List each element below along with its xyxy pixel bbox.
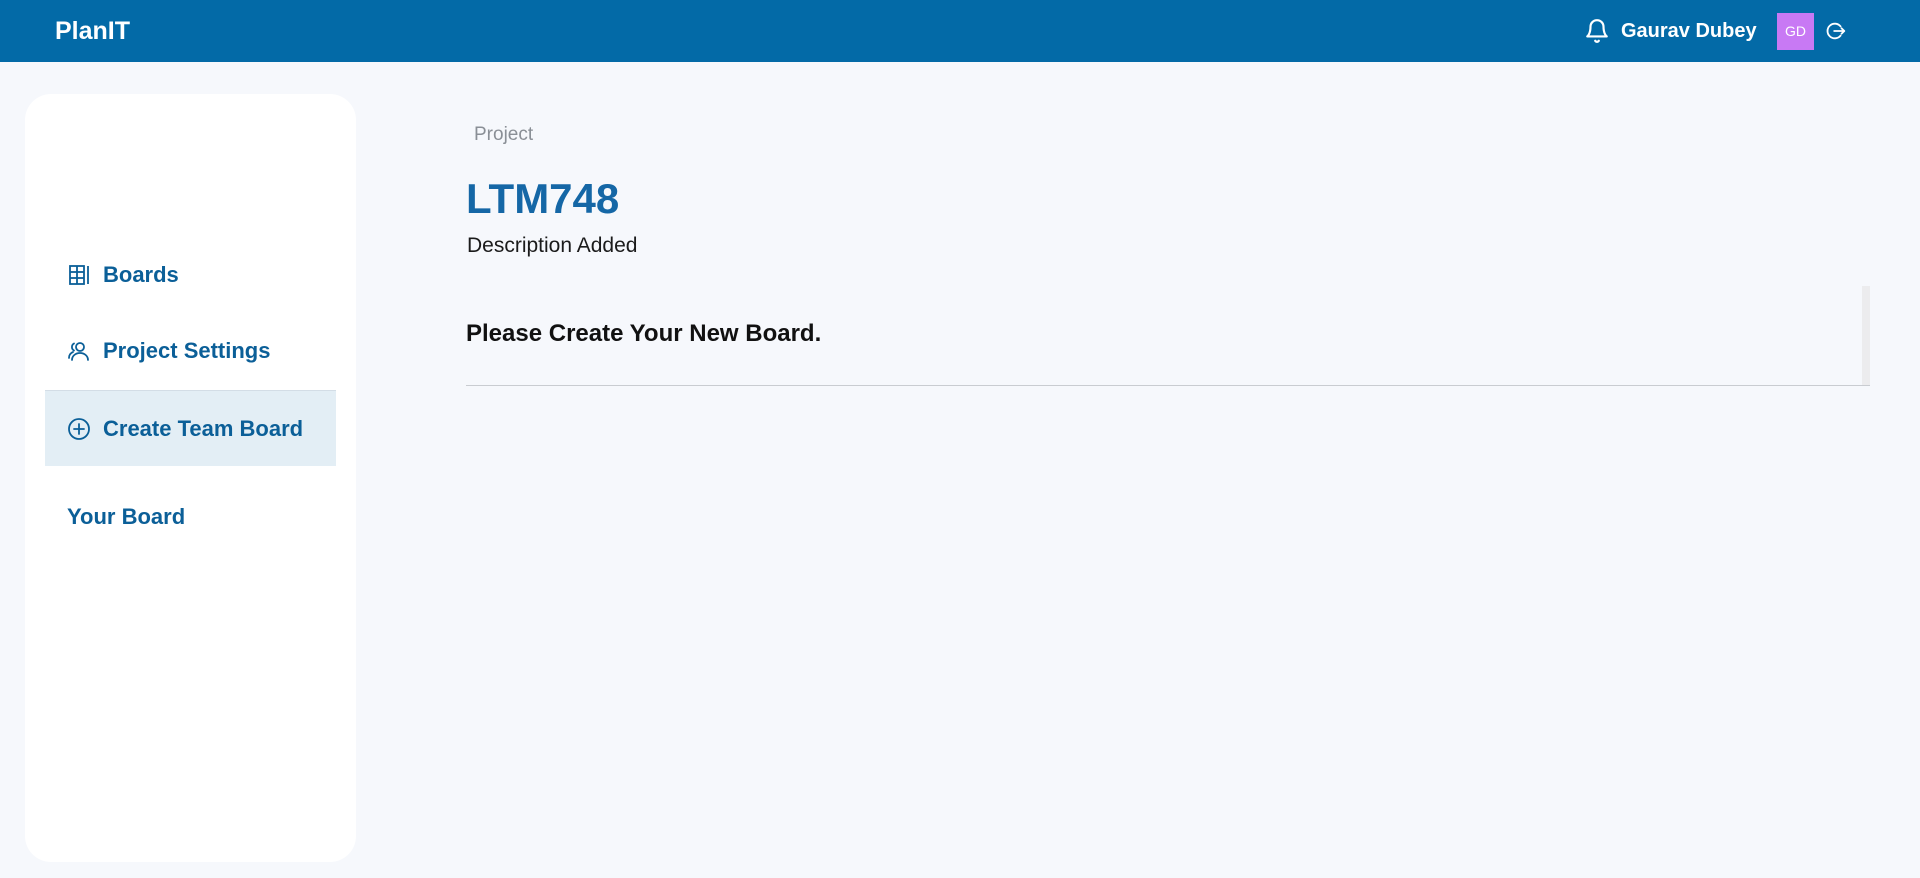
sidebar-item-project-settings[interactable]: Project Settings — [45, 313, 336, 389]
sidebar-item-label: Project Settings — [103, 338, 271, 363]
board-grid-icon — [69, 265, 89, 285]
sidebar-item-label: Boards — [103, 262, 179, 287]
sidebar-item-label: Create Team Board — [103, 415, 304, 441]
sidebar: Boards Project Settings Create Team Boar… — [25, 94, 356, 862]
avatar[interactable]: GD — [1777, 13, 1814, 50]
breadcrumb[interactable]: Project — [474, 124, 533, 146]
sidebar-item-your-board[interactable]: Your Board — [45, 479, 336, 555]
sidebar-item-label: Your Board — [67, 504, 186, 529]
app-logo[interactable]: PlanIT — [55, 16, 130, 46]
logout-icon[interactable] — [1825, 20, 1847, 42]
bell-icon[interactable] — [1584, 18, 1610, 44]
scrollbar[interactable] — [1862, 286, 1870, 385]
user-name: Gaurav Dubey — [1621, 20, 1757, 42]
boards-panel: Please Create Your New Board. — [466, 286, 1870, 386]
empty-state-message: Please Create Your New Board. — [466, 320, 822, 347]
plus-circle-icon — [68, 417, 90, 440]
top-navbar: PlanIT Gaurav Dubey GD — [0, 0, 1920, 62]
page-title: LTM748 — [466, 175, 620, 222]
sidebar-item-create-team-board[interactable]: Create Team Board — [45, 390, 336, 466]
project-description: Description Added — [467, 234, 638, 257]
users-icon — [68, 342, 89, 361]
sidebar-item-boards[interactable]: Boards — [45, 237, 336, 313]
